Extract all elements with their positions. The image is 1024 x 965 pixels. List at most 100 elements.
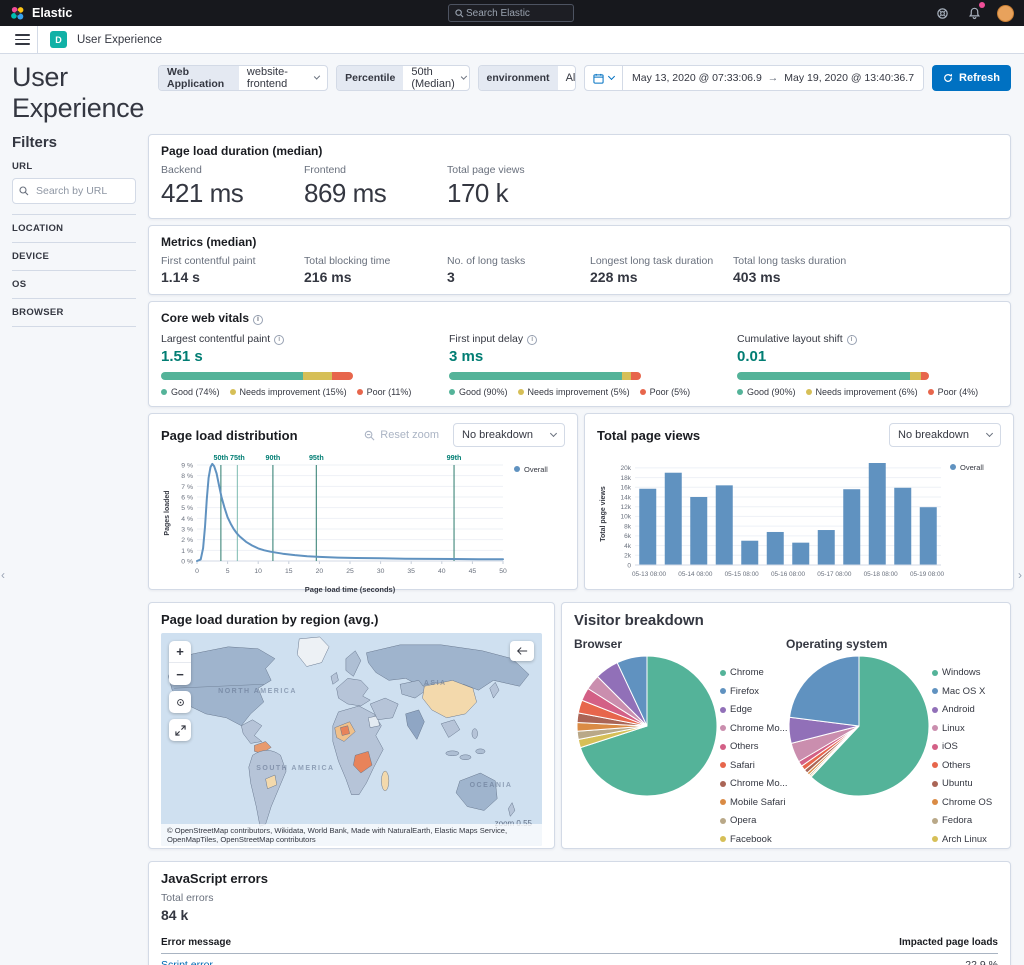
map-attribution[interactable]: © OpenStreetMap contributors, Wikidata, … <box>161 824 542 846</box>
browser-pie-legend: Chrome Firefox Edge Chrome Mo... Others Safar… <box>720 667 788 852</box>
sidebar-section-device[interactable]: DEVICE <box>12 242 136 270</box>
calendar-button[interactable] <box>585 66 624 90</box>
filter-value-select[interactable]: All <box>558 66 575 90</box>
info-icon[interactable]: i <box>846 334 857 345</box>
stat-label: Longest long task duration <box>590 255 714 267</box>
page-load-duration-panel: Page load duration (median) Backend 421 m… <box>148 134 1011 219</box>
legend-item-android[interactable]: Android <box>932 704 992 715</box>
legend-dot <box>932 706 938 713</box>
page-views-breakdown-select[interactable]: No breakdown <box>889 423 1001 447</box>
reset-zoom-button[interactable]: Reset zoom <box>358 428 445 442</box>
os-subtitle: Operating system <box>786 637 888 651</box>
info-icon[interactable]: i <box>527 334 538 345</box>
legend-item-fedora[interactable]: Fedora <box>932 815 992 826</box>
legend-item-mac-os-x[interactable]: Mac OS X <box>932 686 992 697</box>
browser-pie-chart[interactable] <box>574 653 720 804</box>
panel-title: Core web vitals i <box>161 311 998 325</box>
total-page-views-chart[interactable]: 0 2k 4k 6k 8k 10k 12k 14k 16k 18k 20k 05-13 08:00 05… <box>597 449 1001 601</box>
legend-item-ubuntu[interactable]: Ubuntu <box>932 778 992 789</box>
svg-text:6 %: 6 % <box>181 495 193 502</box>
stat-label: Frontend <box>304 164 347 176</box>
info-icon[interactable]: i <box>253 314 264 325</box>
legend-item-safari[interactable]: Safari <box>720 760 788 771</box>
cwv-value: 1.51 s <box>161 348 203 365</box>
visitor-breakdown-panel: Visitor breakdown Browser Chrome Firefox E… <box>561 602 1011 849</box>
map-region-label: SOUTH AMERICA <box>256 765 335 773</box>
map-fit-bounds-button[interactable] <box>169 691 191 713</box>
filter-web-application: Web Application website-frontend <box>158 65 329 91</box>
refresh-button[interactable]: Refresh <box>932 65 1011 91</box>
distribution-breakdown-select[interactable]: No breakdown <box>453 423 565 447</box>
cwv-bar-segment <box>621 372 632 380</box>
legend-item-linux[interactable]: Linux <box>932 723 992 734</box>
stat-value: 216 ms <box>304 269 352 285</box>
svg-text:16k: 16k <box>621 485 632 492</box>
cwv-legend-item: Poor (11%) <box>356 387 411 397</box>
sidebar-section-os[interactable]: OS <box>12 270 136 298</box>
stat-value: 170 k <box>447 178 509 208</box>
cwv-legend-item: Needs improvement (6%) <box>805 387 918 397</box>
svg-text:8k: 8k <box>624 523 632 530</box>
legend-item-chrome-mo-[interactable]: Chrome Mo... <box>720 723 788 734</box>
column-error-message[interactable]: Error message <box>161 933 887 954</box>
legend-item-edge[interactable]: Edge <box>720 704 788 715</box>
info-icon[interactable]: i <box>274 334 285 345</box>
map-zoom-in-button[interactable]: + <box>169 641 191 663</box>
breadcrumb[interactable]: User Experience <box>77 34 162 46</box>
legend-item-opera[interactable]: Opera <box>720 815 788 826</box>
os-pie-block: Operating system Windows Mac OS X Android L… <box>786 637 998 852</box>
menu-icon[interactable] <box>8 26 38 53</box>
error-message-link[interactable]: Script error. <box>161 959 215 965</box>
map-zoom-out-button[interactable]: − <box>169 663 191 685</box>
legend-item-facebook[interactable]: Facebook <box>720 834 788 845</box>
legend-item-ios[interactable]: iOS <box>932 741 992 752</box>
legend-dot <box>356 389 363 395</box>
stat-label: No. of long tasks <box>447 255 526 267</box>
stat-label: Total page views <box>447 164 525 176</box>
legend-item-mobile-safari[interactable]: Mobile Safari <box>720 797 788 808</box>
legend-item-others[interactable]: Others <box>932 760 992 771</box>
map-expand-button[interactable] <box>169 719 191 741</box>
svg-text:45: 45 <box>469 568 477 575</box>
svg-text:Total page views: Total page views <box>600 486 607 542</box>
url-search-box[interactable] <box>12 178 136 204</box>
os-pie-chart[interactable] <box>786 653 932 804</box>
collapse-left-icon[interactable]: ‹ <box>1 568 5 582</box>
browser-subtitle: Browser <box>574 637 623 651</box>
global-search-input[interactable] <box>464 6 567 20</box>
legend-dot <box>517 389 524 395</box>
sidebar-section-location[interactable]: LOCATION <box>12 214 136 242</box>
legend-dot <box>932 836 938 842</box>
url-search-input[interactable] <box>34 184 129 198</box>
legend-item-chrome-mo-[interactable]: Chrome Mo... <box>720 778 788 789</box>
global-search[interactable] <box>448 4 574 22</box>
filter-value-select[interactable]: website-frontend <box>239 66 327 90</box>
legend-item-others[interactable]: Others <box>720 741 788 752</box>
legend-item-firefox[interactable]: Firefox <box>720 686 788 697</box>
sidebar-section-browser[interactable]: BROWSER <box>12 298 136 327</box>
panel-title: Page load duration by region (avg.) <box>161 612 379 627</box>
metrics-panel: Metrics (median) First contentful paint 1… <box>148 225 1011 295</box>
legend-item-chrome-os[interactable]: Chrome OS <box>932 797 992 808</box>
legend-item-windows[interactable]: Windows <box>932 667 992 678</box>
svg-text:35: 35 <box>407 568 415 575</box>
map-region-label: OCEANIA <box>469 782 513 790</box>
breadcrumb-bar: D User Experience <box>0 26 1024 54</box>
notifications-bell-icon[interactable] <box>965 2 985 22</box>
legend-item-arch-linux[interactable]: Arch Linux <box>932 834 992 845</box>
app-badge[interactable]: D <box>50 31 67 48</box>
legend-item-chrome[interactable]: Chrome <box>720 667 788 678</box>
collapse-right-icon[interactable]: › <box>1018 568 1022 582</box>
column-impacted-page-loads[interactable]: Impacted page loads <box>886 933 998 954</box>
filter-value-select[interactable]: 50th (Median) <box>403 66 468 90</box>
chevron-down-icon <box>460 73 467 80</box>
elastic-logo[interactable] <box>10 6 25 21</box>
world-map[interactable]: + − © OpenStreetMap contributors, Wikida… <box>161 633 542 846</box>
user-avatar[interactable] <box>997 4 1014 22</box>
legend-dot <box>932 725 938 731</box>
date-to[interactable]: May 19, 2020 @ 13:40:36.7 <box>784 72 914 84</box>
date-from[interactable]: May 13, 2020 @ 07:33:06.9 <box>632 72 762 84</box>
map-legend-toggle-icon[interactable] <box>510 641 534 661</box>
help-icon[interactable] <box>933 4 951 22</box>
page-load-distribution-chart[interactable]: 0 % 1 % 2 % 3 % 4 % 5 % 6 % 7 % 8 % 9 % 0 5 10 15 20 25… <box>161 449 565 601</box>
